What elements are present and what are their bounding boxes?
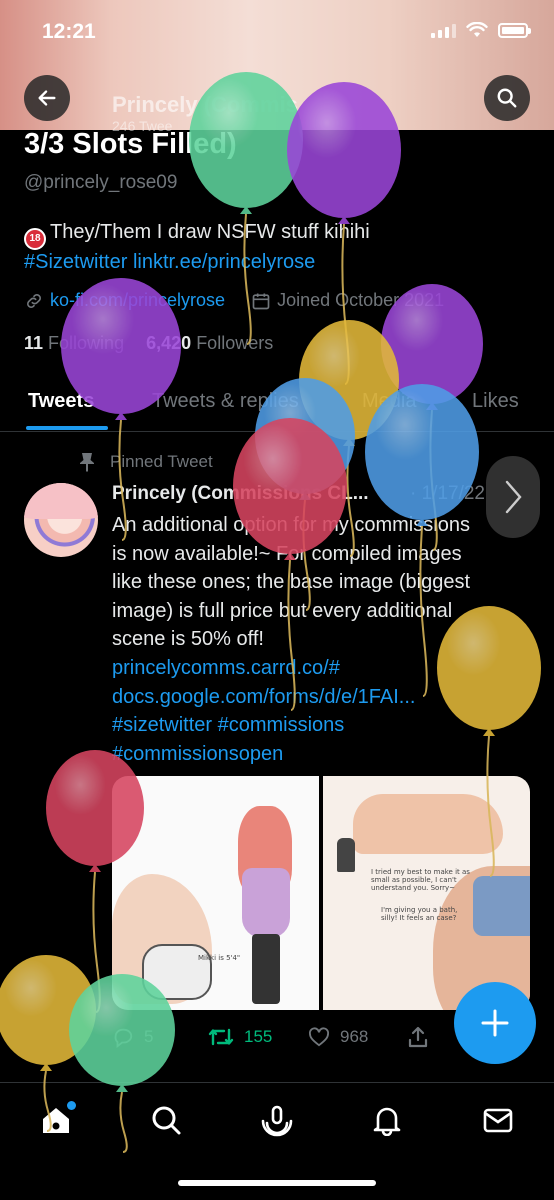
- chevron-right-icon: [505, 480, 522, 514]
- tweet-body: An additional option for my commissions …: [112, 511, 532, 768]
- tab-media[interactable]: Media: [362, 390, 416, 413]
- notifications-icon: [373, 1107, 401, 1136]
- followers-count: 6,420: [146, 333, 192, 353]
- reply-icon: [114, 1028, 133, 1048]
- notification-dot: [67, 1101, 76, 1110]
- bio-line-1: 18 They/Them I draw NSFW stuff kihihi: [24, 221, 370, 250]
- search-icon: [152, 1106, 181, 1135]
- following-label: Following: [48, 333, 125, 353]
- like-count: 968: [340, 1027, 369, 1046]
- tab-likes[interactable]: Likes: [472, 390, 519, 413]
- media-image-left[interactable]: Mikki is 5'4": [112, 776, 319, 1010]
- followers-link[interactable]: 6,420 Followers: [146, 333, 273, 353]
- nav-spaces[interactable]: [260, 1103, 294, 1137]
- avatar[interactable]: [24, 483, 98, 557]
- pinned-text: Pinned Tweet: [110, 452, 213, 471]
- tab-tweets-replies[interactable]: Tweets & replies: [152, 390, 299, 413]
- tweet-date: · 1/17/22: [410, 483, 485, 504]
- display-name: 3/3 Slots Filled): [24, 128, 237, 160]
- tweet-link-carrd[interactable]: princelycomms.carrd.co/#: [112, 654, 532, 683]
- compose-button[interactable]: [454, 982, 536, 1064]
- arrow-left-icon: [38, 90, 56, 106]
- status-bar: 12:21: [0, 0, 554, 66]
- retweet-button[interactable]: 155: [208, 1026, 272, 1048]
- battery-icon: [498, 22, 531, 38]
- cellular-signal-icon: [431, 22, 456, 38]
- retweet-count: 155: [244, 1027, 273, 1046]
- bio-line-2: #Sizetwitter linktr.ee/princelyrose: [24, 251, 315, 274]
- calendar-icon: [252, 293, 270, 309]
- tweet-line: image) is full price but every additiona…: [112, 599, 453, 622]
- pinned-label: Pinned Tweet: [78, 452, 213, 472]
- followers-label: Followers: [196, 333, 274, 353]
- nav-home[interactable]: [39, 1101, 76, 1137]
- tweet-hashtags[interactable]: #sizetwitter #commissions: [112, 711, 532, 740]
- next-button[interactable]: [486, 456, 540, 538]
- profile-tabs: Tweets Tweets & replies Media Likes: [0, 386, 554, 432]
- tweet-media: Mikki is 5'4" I tried my best to make it…: [112, 776, 530, 1010]
- nav-search[interactable]: [149, 1103, 183, 1137]
- share-button[interactable]: [408, 1026, 428, 1048]
- follow-stats: 11 Following 6,420 Followers: [24, 333, 273, 354]
- tweet-line: scene is 50% off!: [112, 628, 264, 651]
- tweet-actions: 5 155 968: [112, 1022, 442, 1052]
- following-link[interactable]: 11 Following: [24, 333, 124, 353]
- tweet-line: is now available!~ For compiled images: [112, 542, 462, 565]
- no-under-18-icon: 18: [24, 228, 46, 250]
- media-caption: I'm giving you a bath, silly! It feels a…: [381, 906, 458, 922]
- pin-icon: [80, 453, 94, 472]
- tweet-author[interactable]: Princely (Commissions CL...: [112, 483, 369, 505]
- bio-link[interactable]: linktr.ee/princelyrose: [133, 251, 315, 273]
- profile-meta: ko-fi.com/princelyrose Joined October 20…: [24, 290, 444, 311]
- retweet-icon: [208, 1028, 234, 1046]
- bio-hashtag[interactable]: #Sizetwitter: [24, 251, 127, 273]
- following-count: 11: [24, 333, 44, 353]
- link-icon: [27, 293, 41, 308]
- tweet-link-forms[interactable]: docs.google.com/forms/d/e/1FAI...: [112, 683, 532, 712]
- profile-handle: @princely_rose09: [24, 172, 178, 193]
- heart-icon: [309, 1027, 329, 1047]
- like-button[interactable]: 968: [308, 1027, 368, 1047]
- status-time: 12:21: [42, 20, 96, 43]
- search-button[interactable]: [484, 75, 530, 121]
- reply-count: 5: [144, 1027, 154, 1046]
- wifi-icon: [466, 22, 488, 37]
- tab-tweets[interactable]: Tweets: [28, 390, 94, 413]
- tweet-line: An additional option for my commissions: [112, 514, 470, 536]
- home-icon: [43, 1108, 69, 1133]
- plus-icon: [481, 1009, 509, 1037]
- media-caption: I tried my best to make it as small as p…: [371, 868, 470, 892]
- messages-icon: [483, 1108, 513, 1133]
- bio-text: They/Them I draw NSFW stuff kihihi: [50, 221, 370, 243]
- active-tab-indicator: [26, 426, 108, 430]
- tweet-hashtags[interactable]: #commissionsopen: [112, 740, 532, 769]
- share-icon: [408, 1026, 428, 1048]
- back-button[interactable]: [24, 75, 70, 121]
- media-image-right[interactable]: I tried my best to make it as small as p…: [323, 776, 530, 1010]
- nav-messages[interactable]: [481, 1103, 515, 1137]
- reply-button[interactable]: 5: [112, 1026, 153, 1048]
- header-name: Princely (Commis: [112, 92, 298, 117]
- joined-date: Joined October 2021: [277, 290, 445, 310]
- home-indicator[interactable]: [178, 1180, 376, 1186]
- website-link[interactable]: ko-fi.com/princelyrose: [50, 290, 225, 311]
- nav-notifications[interactable]: [370, 1103, 404, 1137]
- search-icon: [497, 88, 517, 108]
- tweet-line: like these ones; the base image (biggest: [112, 571, 470, 594]
- media-caption: Mikki is 5'4": [198, 954, 241, 962]
- spaces-icon: [261, 1105, 293, 1137]
